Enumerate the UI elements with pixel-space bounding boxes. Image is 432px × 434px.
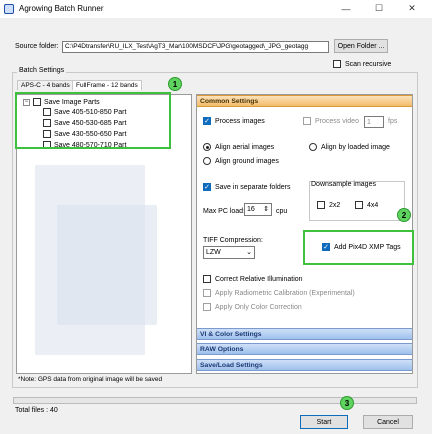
align-aerial-radio[interactable]: Align aerial images <box>203 143 274 151</box>
close-button[interactable]: ✕ <box>398 1 426 16</box>
start-button[interactable]: Start <box>300 415 348 429</box>
vi-color-settings-header[interactable]: VI & Color Settings <box>197 328 412 340</box>
annotation-badge-1: 1 <box>168 77 182 91</box>
downsample-4x4-checkbox[interactable]: 4x4 <box>355 201 378 209</box>
fps-label: fps <box>388 118 398 125</box>
process-video-label: Process video <box>315 117 359 125</box>
radiometric-label: Apply Radiometric Calibration (Experimen… <box>215 289 355 297</box>
align-ground-label: Align ground images <box>215 157 279 165</box>
tab-apsc[interactable]: APS-C - 4 bands <box>17 80 74 90</box>
align-aerial-dot[interactable] <box>203 143 211 151</box>
progress-bar <box>13 397 417 404</box>
spinner-arrows-icon[interactable]: ⇕ <box>263 204 269 215</box>
open-folder-button[interactable]: Open Folder ... <box>334 39 388 53</box>
tab-fullframe[interactable]: FullFrame - 12 bands <box>72 80 142 90</box>
cpu-label: cpu <box>276 208 288 215</box>
process-video-checkbox: Process video <box>303 117 359 125</box>
downsample-2x2-label: 2x2 <box>329 201 341 209</box>
color-correction-checkbox: Apply Only Color Correction <box>203 303 302 311</box>
annotation-badge-2: 2 <box>397 208 411 222</box>
align-loaded-radio[interactable]: Align by loaded image <box>309 143 390 151</box>
cancel-button[interactable]: Cancel <box>363 415 413 429</box>
align-loaded-label: Align by loaded image <box>321 143 390 151</box>
maximize-button[interactable]: ☐ <box>365 1 393 16</box>
downsample-2x2-box[interactable] <box>317 201 325 209</box>
blurred-tree-content <box>57 205 157 325</box>
downsample-4x4-label: 4x4 <box>367 201 379 209</box>
max-pc-label: Max PC load: <box>203 208 246 215</box>
process-images-checkbox[interactable]: Process images <box>203 117 265 125</box>
save-separate-checkbox[interactable]: Save in separate folders <box>203 183 291 191</box>
downsample-4x4-box[interactable] <box>355 201 363 209</box>
title-bar: Agrowing Batch Runner — ☐ ✕ <box>0 0 432 18</box>
scan-recursive-box[interactable] <box>333 60 341 68</box>
raw-options-header[interactable]: RAW Options <box>197 343 412 355</box>
chevron-down-icon[interactable]: ⌄ <box>246 247 252 258</box>
common-settings-header[interactable]: Common Settings <box>197 95 412 107</box>
save-separate-box[interactable] <box>203 183 211 191</box>
align-aerial-label: Align aerial images <box>215 143 275 151</box>
correct-illumination-checkbox[interactable]: Correct Relative Illumination <box>203 275 303 283</box>
color-correction-box <box>203 303 211 311</box>
source-folder-path[interactable]: C:\P4Dtransfer\RU_ILX_Test\AgT3_Mar\100M… <box>62 41 329 53</box>
save-load-settings-header[interactable]: Save/Load Settings <box>197 359 412 371</box>
process-images-box[interactable] <box>203 117 211 125</box>
batch-settings-title: Batch Settings <box>17 67 67 74</box>
gps-note: *Note: GPS data from original image will… <box>18 376 163 383</box>
downsample-2x2-checkbox[interactable]: 2x2 <box>317 201 340 209</box>
scan-recursive-checkbox[interactable]: Scan recursive <box>333 60 391 68</box>
annotation-badge-3: 3 <box>340 396 354 410</box>
total-files-label: Total files : 40 <box>15 407 58 414</box>
annotation-box-2 <box>303 230 414 265</box>
max-pc-value: 16 <box>247 206 255 213</box>
process-video-box <box>303 117 311 125</box>
window-title: Agrowing Batch Runner <box>19 4 104 13</box>
align-loaded-dot[interactable] <box>309 143 317 151</box>
max-pc-spinner[interactable]: 16 ⇕ <box>244 203 272 216</box>
correct-illumination-box[interactable] <box>203 275 211 283</box>
align-ground-dot[interactable] <box>203 157 211 165</box>
radiometric-checkbox: Apply Radiometric Calibration (Experimen… <box>203 289 355 297</box>
downsample-title: Downsample images <box>311 181 376 188</box>
scan-recursive-label: Scan recursive <box>345 60 392 68</box>
process-images-label: Process images <box>215 117 265 125</box>
source-folder-label: Source folder: <box>15 43 59 50</box>
app-icon <box>4 4 14 14</box>
color-correction-label: Apply Only Color Correction <box>215 303 302 311</box>
fps-spinner: 1 <box>364 116 384 128</box>
tiff-compression-select[interactable]: LZW ⌄ <box>203 246 255 259</box>
save-separate-label: Save in separate folders <box>215 183 291 191</box>
correct-illumination-label: Correct Relative Illumination <box>215 275 303 283</box>
tiff-compression-label: TIFF Compression: <box>203 237 263 244</box>
align-ground-radio[interactable]: Align ground images <box>203 157 279 165</box>
tiff-compression-value: LZW <box>206 249 221 256</box>
annotation-box-1 <box>15 92 171 149</box>
radiometric-box <box>203 289 211 297</box>
minimize-button[interactable]: — <box>332 1 360 16</box>
